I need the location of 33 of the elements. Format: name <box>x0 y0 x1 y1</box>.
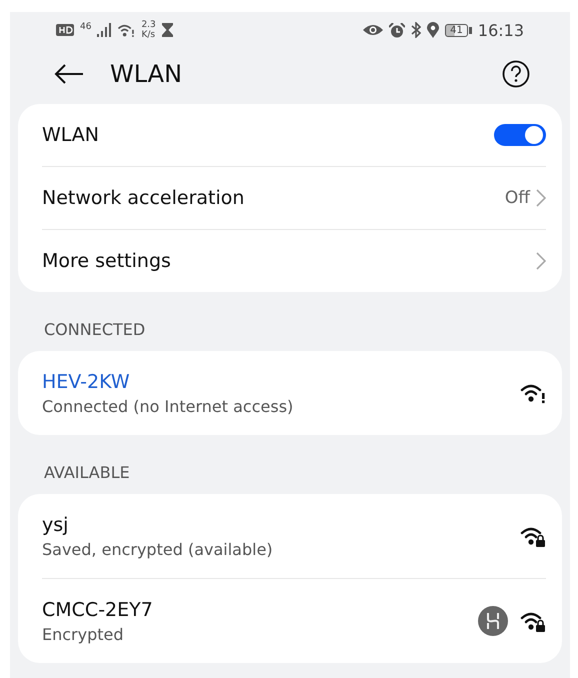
setting-value: Off <box>504 188 530 208</box>
section-header: CONNECTED <box>43 319 146 341</box>
hourglass-icon <box>162 23 173 37</box>
network-status: Encrypted <box>42 624 125 644</box>
page-title: WLAN <box>110 60 184 88</box>
wifi-lock-icon <box>520 525 546 547</box>
network-speed: 2.3 K/s <box>141 20 156 40</box>
network-name[interactable]: HEV-2KW <box>42 370 508 392</box>
setting-label: More settings <box>42 250 172 272</box>
eye-icon <box>363 24 384 36</box>
help-icon[interactable] <box>502 60 530 88</box>
wlan-toggle[interactable] <box>494 124 546 146</box>
network-name[interactable]: ysj <box>42 514 508 536</box>
alarm-icon <box>389 22 406 38</box>
location-icon <box>427 22 440 38</box>
signal-icon <box>97 23 112 37</box>
setting-label: Network acceleration <box>42 187 246 209</box>
network-name[interactable]: CMCC-2EY7 <box>42 598 466 620</box>
setting-label: WLAN <box>42 124 100 146</box>
section-header: AVAILABLE <box>43 462 131 484</box>
chevron-icon <box>536 189 546 207</box>
network-status: Saved, encrypted (available) <box>42 540 274 558</box>
back-icon[interactable] <box>54 63 84 85</box>
clock: 16:13 <box>478 20 524 40</box>
hd-icon <box>56 24 74 36</box>
network-type: 46 <box>80 22 92 32</box>
network-status: Connected (no Internet access) <box>42 396 294 416</box>
wifi-icon <box>117 22 136 38</box>
battery-level: 41 <box>445 24 472 36</box>
wifi-lock-icon <box>520 610 546 632</box>
wifi-warning-icon <box>520 382 546 404</box>
chevron-icon <box>536 252 546 270</box>
bluetooth-icon <box>411 22 422 38</box>
